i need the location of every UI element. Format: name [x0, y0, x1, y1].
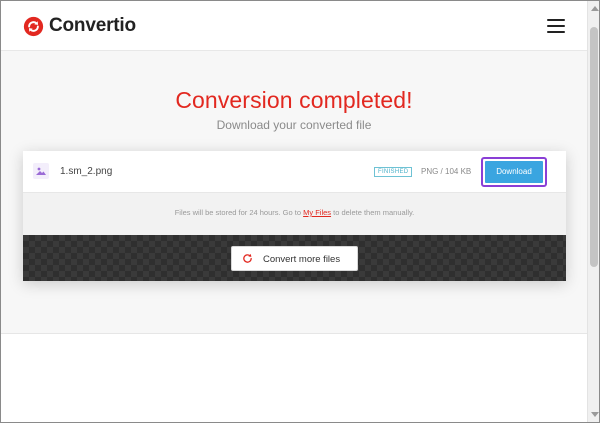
- scrollbar-thumb[interactable]: [590, 27, 598, 267]
- actions-bar: Convert more files: [23, 235, 566, 281]
- my-files-link[interactable]: My Files: [303, 208, 331, 217]
- brand-logo[interactable]: Convertio: [23, 14, 136, 38]
- lower-page-area: [1, 334, 587, 422]
- status-badge: FINISHED: [374, 167, 413, 177]
- vertical-scrollbar[interactable]: [587, 1, 599, 422]
- page-title: Conversion completed!: [175, 87, 413, 113]
- scroll-down-arrow-icon[interactable]: [591, 412, 599, 417]
- storage-note-before: Files will be stored for 24 hours. Go to: [174, 208, 304, 217]
- download-highlight-box: Download: [481, 157, 547, 187]
- scroll-up-arrow-icon[interactable]: [591, 6, 599, 11]
- storage-note-after: to delete them manually.: [331, 208, 415, 217]
- convert-more-files-button[interactable]: Convert more files: [231, 246, 358, 271]
- page-subtitle: Download your converted file: [216, 118, 372, 132]
- conversion-result-card: 1.sm_2.png FINISHED PNG / 104 KB Downloa…: [23, 151, 566, 281]
- site-header: Convertio: [1, 1, 587, 51]
- hamburger-menu-icon[interactable]: [547, 19, 567, 34]
- refresh-icon: [243, 253, 252, 263]
- browser-viewport: Convertio Conversion completed! Download…: [0, 0, 600, 423]
- file-name: 1.sm_2.png: [60, 166, 113, 177]
- convertio-logo-icon: [23, 16, 44, 36]
- image-file-icon: [33, 163, 49, 179]
- storage-note: Files will be stored for 24 hours. Go to…: [23, 208, 566, 217]
- download-button[interactable]: Download: [485, 161, 543, 183]
- file-row: 1.sm_2.png FINISHED PNG / 104 KB Downloa…: [23, 151, 566, 193]
- file-format-size: PNG / 104 KB: [421, 167, 472, 176]
- convert-more-files-label: Convert more files: [263, 254, 341, 265]
- brand-name: Convertio: [49, 15, 136, 36]
